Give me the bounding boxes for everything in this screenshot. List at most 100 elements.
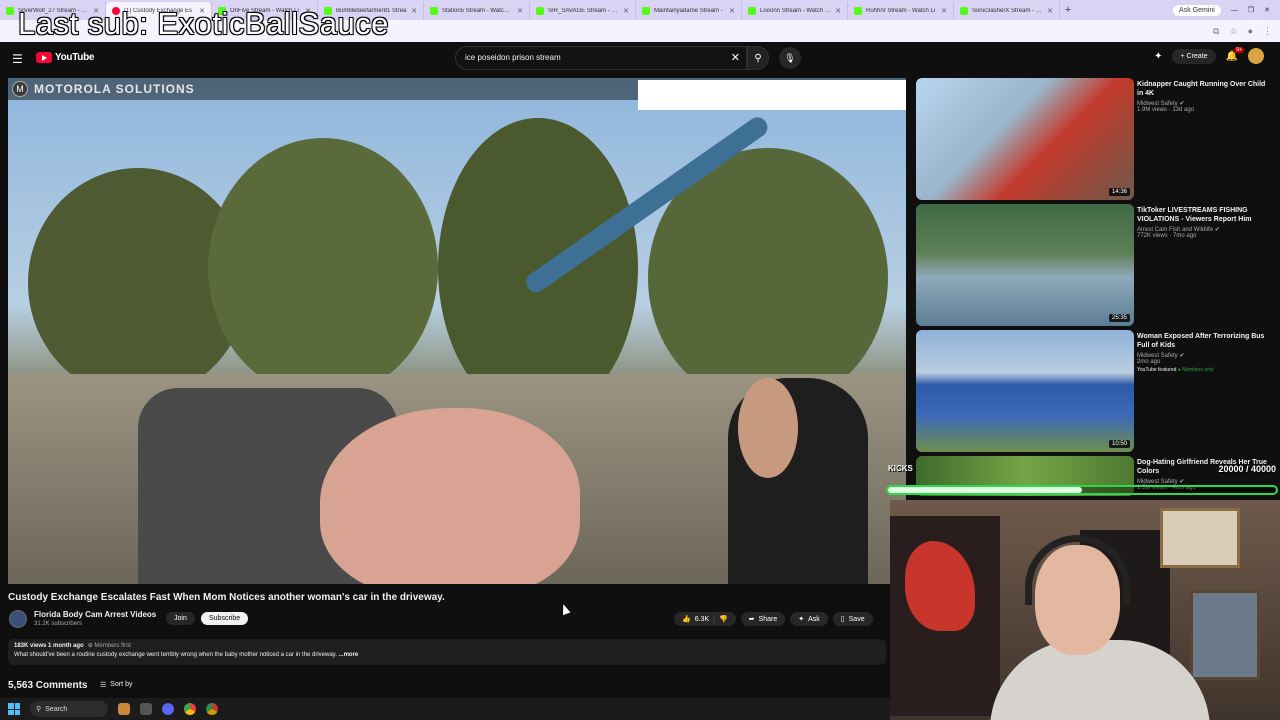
wall-poster [890,516,1000,716]
video-player[interactable]: M MOTOROLA SOLUTIONS [8,78,906,584]
recommendation-thumbnail[interactable]: 14:36 [916,78,1134,200]
tab-close-icon[interactable]: ✕ [1047,7,1053,15]
clear-search-icon[interactable]: ✕ [731,51,740,64]
browser-tab[interactable]: Maintainyadame Stream - ✕ [636,2,742,20]
close-window-icon[interactable]: ✕ [1264,6,1270,14]
browser-tab[interactable]: SIR_SAVAGE Stream - Watc ✕ [530,2,636,20]
profile-icon[interactable]: ● [1248,26,1253,37]
streamer-webcam [890,500,1280,720]
task-view-icon[interactable] [140,703,152,715]
like-button[interactable]: 👍 6.3K | 👎 [674,612,736,626]
tab-close-icon[interactable]: ✕ [835,7,841,15]
minimize-icon[interactable]: — [1231,7,1238,14]
create-button[interactable]: + Create [1172,48,1216,64]
assistant-sparkle-icon[interactable]: ✦ [1154,51,1162,62]
tab-close-icon[interactable]: ✕ [517,7,523,15]
bookmark-star-icon[interactable]: ☆ [1229,26,1237,37]
sort-by-button[interactable]: ☰ Sort by [100,681,132,689]
bookmark-icon: ▯ [840,616,845,623]
search-button[interactable]: ⚲ [747,46,769,70]
thumbs-up-icon: 👍 [682,616,691,623]
tab-label: Sonic3asherX Stream - Wa [972,8,1044,14]
widget-icon[interactable] [118,703,130,715]
recommendation-title: Kidnapper Caught Running Over Child in 4… [1137,81,1266,98]
join-button[interactable]: Join [166,612,195,625]
verified-check-icon: ✔ [1179,353,1185,360]
recommendation-item[interactable]: 25:35 TikToker LIVESTREAMS FISHING VIOLA… [916,204,1268,326]
motorola-logo: M MOTOROLA SOLUTIONS [12,81,195,97]
divider: | [713,615,715,623]
browser-tab[interactable]: Ruhhnr Stream - Watch Li ✕ [848,2,954,20]
recommendation-info: TikToker LIVESTREAMS FISHING VIOLATIONS … [1137,206,1271,239]
discord-icon[interactable] [162,703,174,715]
notifications-bell-icon[interactable]: 🔔 9+ [1226,46,1244,62]
description-body: What should've been a routine custody ex… [14,652,337,658]
members-first-label: ⊕ Members first [87,643,131,649]
channel-name[interactable]: Florida Body Cam Arrest Videos [34,610,156,619]
recommendation-channel: Arrest Cam Fish and Wildlife ✔ [1137,226,1271,233]
browser-tab[interactable]: Station5 Stream - Watch Li ✕ [424,2,530,20]
search-input[interactable]: ice poseidon prison stream ✕ [455,46,747,70]
recommendation-views: 2mo ago [1137,359,1161,366]
kick-favicon-icon [960,7,968,15]
recommendation-views: 772K views · 7mo ago [1137,233,1197,240]
channel-avatar[interactable] [9,610,27,628]
tab-close-icon[interactable]: ✕ [729,7,735,15]
taskbar-search[interactable]: ⚲ Search [30,701,108,717]
create-label: Create [1186,52,1208,60]
description-box[interactable]: 183K views 1 month ago ⊕ Members first Wh… [8,639,886,665]
recommendation-item[interactable]: 10:50 Woman Exposed After Terrorizing Bu… [916,330,1268,452]
video-actions: 👍 6.3K | 👎 ➦ Share ✦ Ask ▯ Save [674,612,873,626]
ask-gemini-button[interactable]: Ask Gemini [1173,4,1221,16]
tab-close-icon[interactable]: ✕ [411,7,417,15]
more-link[interactable]: ...more [339,652,359,658]
youtube-header: ☰ YouTube ice poseidon prison stream ✕ ⚲… [0,42,1280,74]
tab-close-icon[interactable]: ✕ [623,7,629,15]
subscribe-button[interactable]: Subscribe [201,612,249,625]
menu-dots-icon[interactable]: ⋮ [1263,26,1272,37]
recommendation-info: Woman Exposed After Terrorizing Bus Full… [1137,332,1271,373]
youtube-logo[interactable]: YouTube [36,52,95,63]
screen: SilverWolf_27 Stream - Wa ✕ (1) Custody E… [0,0,1280,720]
address-bar-icons: ⧉ ☆ ● ⋮ [1213,26,1272,37]
tab-close-icon[interactable]: ✕ [941,7,947,15]
share-label: Share [758,615,778,623]
restore-icon[interactable]: ❐ [1248,6,1254,14]
new-tab-button[interactable]: + [1060,4,1076,16]
share-button[interactable]: ➦ Share [740,612,786,626]
recommendation-item[interactable]: 14:36 Kidnapper Caught Running Over Chil… [916,78,1268,200]
chrome-icon[interactable] [184,703,196,715]
header-actions: ✦ + Create 🔔 9+ [1154,46,1264,64]
browser-tab[interactable]: Looonn Stream - Watch Liv ✕ [742,2,848,20]
recommendation-thumbnail[interactable]: 10:50 [916,330,1134,452]
sort-icon: ☰ [100,682,107,689]
chrome-alt-icon[interactable] [206,703,218,715]
last-sub-overlay: Last sub: ExoticBallSauce [18,6,389,41]
browser-tab[interactable]: Sonic3asherX Stream - Wa ✕ [954,2,1060,20]
search-icon: ⚲ [36,706,42,713]
recommendation-info: Kidnapper Caught Running Over Child in 4… [1137,80,1271,113]
subscriber-count: 31.2K subscribers [34,621,83,627]
kick-favicon-icon [430,7,438,15]
account-avatar[interactable] [1248,48,1264,64]
windows-start-icon[interactable] [8,703,20,715]
streamer-hoodie [990,640,1210,720]
youtube-play-icon [36,52,52,63]
recommendation-views: 1.9M views · 13d ago [1137,107,1195,114]
hamburger-menu-icon[interactable]: ☰ [12,52,23,66]
thumbs-down-icon[interactable]: 👎 [719,615,728,623]
youtube-featured-label: YouTube featured [1137,367,1177,374]
video-meta: 183K views 1 month ago ⊕ Members first [14,642,880,649]
ask-button[interactable]: ✦ Ask [790,612,828,626]
redaction-box [638,80,906,110]
wall-picture-frame [1160,508,1240,568]
description-text: What should've been a routine custody ex… [14,652,880,658]
taskbar-search-label: Search [45,705,68,713]
recommendation-thumbnail[interactable]: 25:35 [916,204,1134,326]
tab-label: SIR_SAVAGE Stream - Watc [548,8,620,14]
save-button[interactable]: ▯ Save [832,612,873,626]
goal-progress-bar [886,485,1278,495]
voice-search-button[interactable]: 🎙 [779,47,801,69]
kick-favicon-icon [6,7,14,15]
extension-icon[interactable]: ⧉ [1213,26,1219,37]
